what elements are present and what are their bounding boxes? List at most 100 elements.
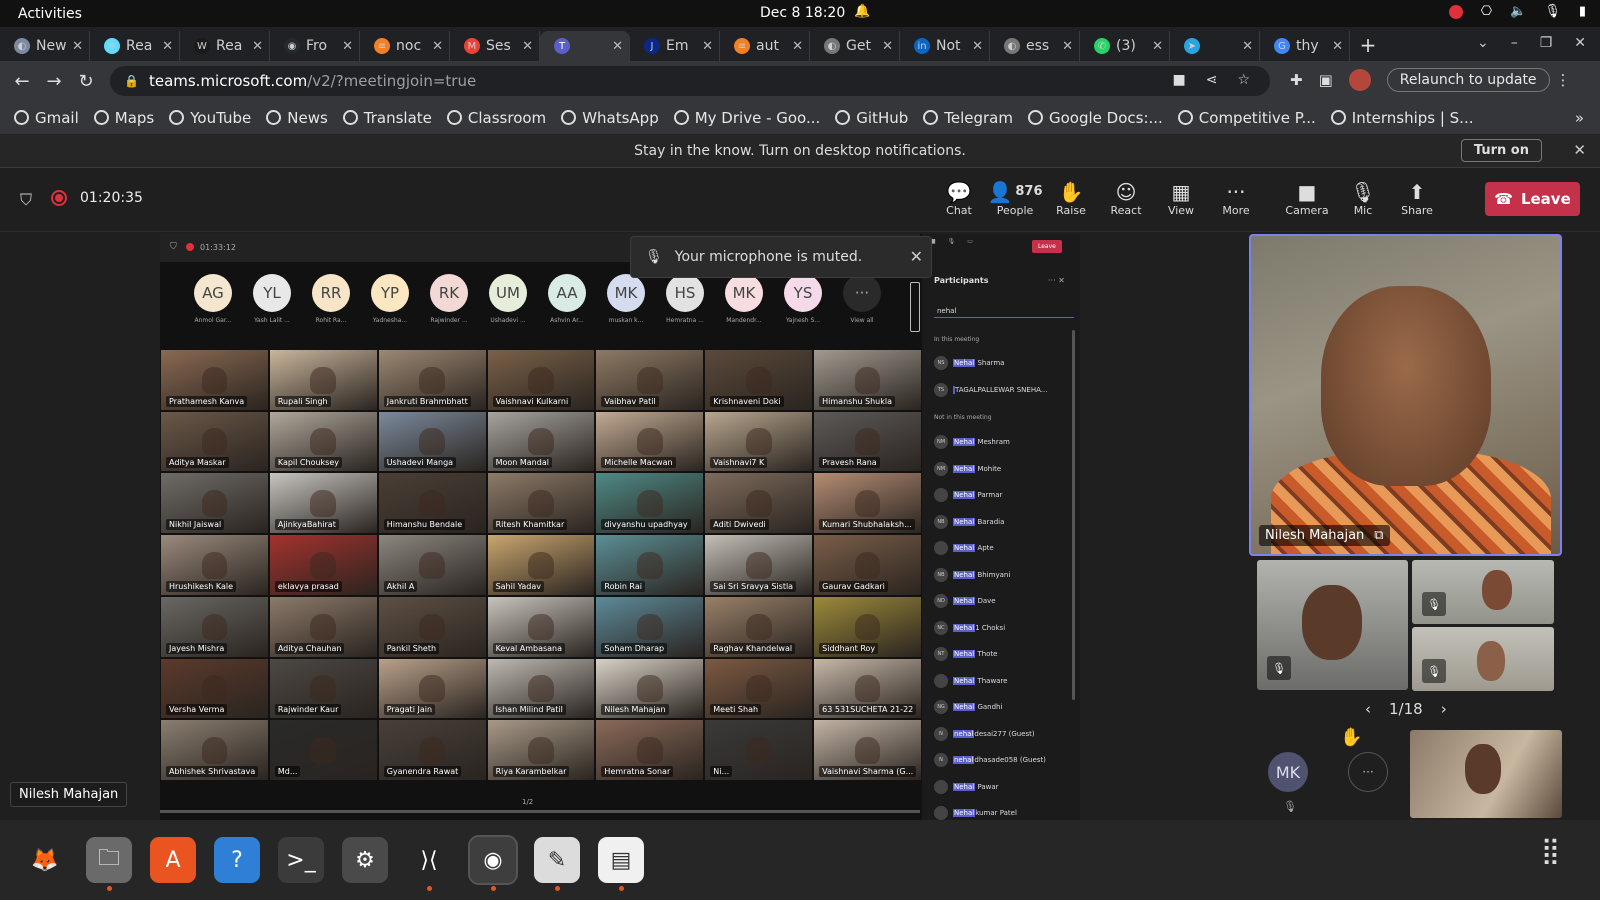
more-participants-button[interactable]: ··· (1348, 752, 1388, 792)
browser-tab[interactable]: in Not ✕ (900, 31, 990, 61)
terminal-icon[interactable]: >_ (278, 837, 324, 883)
camera-in-use-icon[interactable]: ■ (1172, 72, 1185, 88)
video-pager[interactable]: ‹ 1/18 › (1365, 700, 1447, 718)
tab-close-icon[interactable]: ✕ (432, 39, 443, 54)
side-panel-icon[interactable]: ▣ (1319, 71, 1333, 89)
bookmark-item[interactable]: Maps (93, 109, 154, 127)
text-editor-icon[interactable]: ✎ (534, 837, 580, 891)
tab-close-icon[interactable]: ✕ (1242, 39, 1253, 54)
bookmark-item[interactable]: Telegram (923, 109, 1013, 127)
tab-close-icon[interactable]: ✕ (72, 39, 83, 54)
chrome-menu-icon[interactable]: ⋮ (1556, 71, 1571, 89)
software-icon[interactable]: A (150, 837, 196, 883)
screen-reader-icon[interactable]: ▤ (598, 837, 644, 891)
firefox-icon[interactable]: 🦊 (22, 837, 68, 883)
tab-close-icon[interactable]: ✕ (522, 39, 533, 54)
mic-button[interactable]: 🎙 Mic (1335, 180, 1391, 217)
new-tab-button[interactable]: + (1350, 31, 1386, 61)
bookmark-item[interactable]: Internships | S... (1330, 109, 1474, 127)
react-button[interactable]: ☺ React (1098, 180, 1154, 217)
tab-search-icon[interactable]: ⌄ (1477, 35, 1489, 51)
help-icon[interactable]: ? (214, 837, 260, 883)
browser-tab[interactable]: ◐ Get ✕ (810, 31, 900, 61)
tab-close-icon[interactable]: ✕ (882, 39, 893, 54)
files-icon[interactable]: 🗀 (86, 837, 132, 891)
show-applications-icon[interactable]: ⣿ (1541, 836, 1560, 866)
participant-video-tile[interactable]: 🎙 (1412, 627, 1554, 691)
reload-icon[interactable]: ↻ (70, 71, 102, 92)
infobar-close-icon[interactable]: ✕ (1573, 141, 1586, 159)
tab-close-icon[interactable]: ✕ (972, 39, 983, 54)
browser-tab[interactable]: ≡ noc ✕ (360, 31, 450, 61)
toast-close-icon[interactable]: ✕ (910, 247, 923, 266)
grid-pager[interactable]: 1/2 (522, 798, 533, 806)
participant-avatar[interactable]: MK (1268, 752, 1308, 792)
browser-tab[interactable]: T ✕ (540, 31, 630, 61)
tab-close-icon[interactable]: ✕ (1152, 39, 1163, 54)
browser-tab[interactable]: J Em ✕ (630, 31, 720, 61)
browser-tab[interactable]: Gthy ✕ (1260, 31, 1350, 61)
activities-button[interactable]: Activities (0, 6, 120, 22)
address-bar[interactable]: 🔒 teams.microsoft.com/v2/?meetingjoin=tr… (110, 66, 1270, 96)
lock-icon[interactable]: 🔒 (124, 74, 139, 88)
bookmark-item[interactable]: Gmail (14, 109, 79, 127)
tab-close-icon[interactable]: ✕ (792, 39, 803, 54)
tab-close-icon[interactable]: ✕ (612, 39, 623, 54)
tab-close-icon[interactable]: ✕ (702, 39, 713, 54)
people-button[interactable]: 👤 876 People (987, 180, 1043, 217)
browser-tab[interactable]: ➤ ✕ (1170, 31, 1260, 61)
bookmark-item[interactable]: YouTube (169, 109, 251, 127)
bookmark-star-icon[interactable]: ☆ (1237, 72, 1250, 88)
participant-video-tile[interactable]: 🎙 (1257, 560, 1408, 690)
browser-tab[interactable]: ◐ New ✕ (0, 31, 90, 61)
bookmark-item[interactable]: Translate (342, 109, 432, 127)
bookmark-item[interactable]: GitHub (835, 109, 908, 127)
tab-close-icon[interactable]: ✕ (1332, 39, 1343, 54)
self-video-tile[interactable] (1410, 730, 1562, 818)
system-tray[interactable]: ⎔ 🔈 🎙 ▮ (1448, 4, 1586, 19)
tab-close-icon[interactable]: ✕ (1062, 39, 1073, 54)
browser-tab[interactable]: ⚛ Rea ✕ (90, 31, 180, 61)
bookmark-item[interactable]: Competitive P... (1177, 109, 1316, 127)
share-button[interactable]: ⬆ Share (1389, 180, 1445, 217)
collapse-panel-handle[interactable] (910, 282, 920, 332)
chat-button[interactable]: 💬 Chat (931, 180, 987, 217)
browser-tab[interactable]: M Ses ✕ (450, 31, 540, 61)
screen-record-icon[interactable] (1448, 4, 1463, 19)
forward-icon[interactable]: → (38, 71, 70, 92)
browser-tab[interactable]: ✆ (3) ✕ (1080, 31, 1170, 61)
browser-tab[interactable]: ≡ aut ✕ (720, 31, 810, 61)
chevron-left-icon[interactable]: ‹ (1365, 700, 1371, 718)
bookmark-item[interactable]: My Drive - Goo... (673, 109, 820, 127)
participant-video-tile[interactable]: 🎙 (1412, 560, 1554, 624)
back-icon[interactable]: ← (6, 71, 38, 92)
shield-icon[interactable]: ⛉ (20, 190, 32, 210)
more-button[interactable]: ··· More (1208, 180, 1264, 217)
tab-close-icon[interactable]: ✕ (162, 39, 173, 54)
settings-icon[interactable]: ⚙ (342, 837, 388, 883)
turn-on-notifications-button[interactable]: Turn on (1460, 139, 1542, 162)
raise-button[interactable]: ✋ Raise (1043, 180, 1099, 217)
chrome-icon[interactable]: ◉ (468, 835, 518, 891)
minimize-icon[interactable]: – (1511, 35, 1518, 51)
bookmark-item[interactable]: Google Docs:... (1027, 109, 1163, 127)
system-clock[interactable]: Dec 8 18:20 (760, 5, 845, 21)
browser-tab[interactable]: ◉ Fro ✕ (270, 31, 360, 61)
relaunch-to-update-button[interactable]: Relaunch to update (1386, 68, 1550, 92)
profile-avatar[interactable] (1348, 69, 1371, 91)
extensions-icon[interactable]: ✚ (1290, 71, 1303, 89)
leave-button[interactable]: ☎ Leave (1485, 182, 1580, 216)
view-button[interactable]: ▦ View (1153, 180, 1209, 217)
restore-icon[interactable]: ❐ (1540, 35, 1553, 51)
active-speaker-video[interactable]: Nilesh Mahajan ⧉ (1249, 234, 1562, 556)
bookmark-item[interactable]: News (266, 109, 328, 127)
share-icon[interactable]: ⋖ (1206, 72, 1218, 88)
tab-close-icon[interactable]: ✕ (252, 39, 263, 54)
vscode-icon[interactable]: ⟩⟨ (406, 837, 452, 891)
tab-close-icon[interactable]: ✕ (342, 39, 353, 54)
bookmark-item[interactable]: Classroom (446, 109, 546, 127)
bookmarks-overflow-icon[interactable]: » (1575, 109, 1584, 127)
chevron-right-icon[interactable]: › (1441, 700, 1447, 718)
camera-button[interactable]: ■ Camera (1279, 180, 1335, 217)
browser-tab[interactable]: ◐ ess ✕ (990, 31, 1080, 61)
